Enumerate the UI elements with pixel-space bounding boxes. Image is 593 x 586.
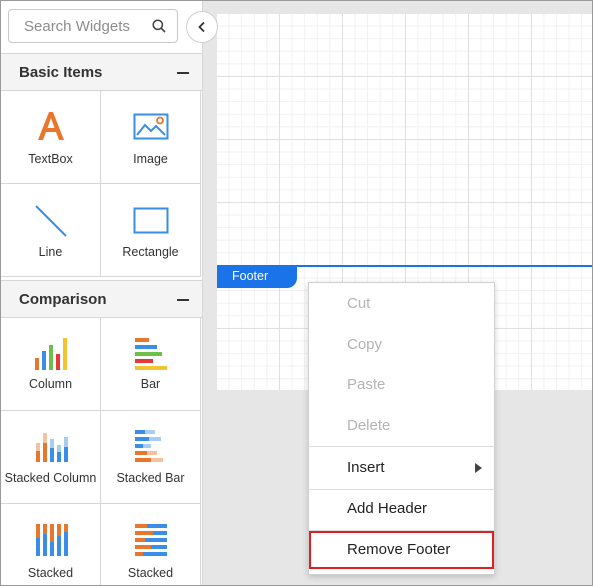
widget-column[interactable]: Column <box>1 318 101 411</box>
chevron-left-icon <box>198 21 205 33</box>
widget-stacked-column-100[interactable]: Stacked <box>1 504 101 585</box>
section-title: Basic Items <box>19 64 103 81</box>
widget-label: Column <box>28 377 73 391</box>
column-chart-icon <box>34 338 67 370</box>
submenu-arrow-icon <box>475 463 482 473</box>
menu-item-add-header[interactable]: Add Header <box>309 490 494 528</box>
menu-separator <box>309 446 494 447</box>
section-title: Comparison <box>19 291 107 308</box>
widget-label: Stacked <box>27 566 74 580</box>
widget-label: Stacked <box>127 566 174 580</box>
widget-label: Image <box>133 152 168 166</box>
menu-item-label: Insert <box>347 459 385 476</box>
search-input[interactable] <box>9 10 164 42</box>
search-box[interactable] <box>8 9 178 43</box>
collapse-icon[interactable] <box>177 72 189 74</box>
menu-item-remove-footer[interactable]: Remove Footer <box>309 531 494 569</box>
widget-label: TextBox <box>28 152 73 166</box>
widget-stacked-column[interactable]: Stacked Column <box>1 411 101 504</box>
section-header-comparison[interactable]: Comparison <box>1 280 202 318</box>
image-icon <box>133 113 168 140</box>
context-menu: Cut Copy Paste Delete Insert Add Header … <box>308 282 495 575</box>
rectangle-icon <box>133 207 168 234</box>
widget-rectangle[interactable]: Rectangle <box>101 184 201 277</box>
widget-textbox[interactable]: TextBox <box>1 91 101 184</box>
stacked-bar-100-icon <box>134 524 167 556</box>
search-icon[interactable] <box>152 19 166 33</box>
collapse-panel-button[interactable] <box>186 11 218 43</box>
menu-item-paste[interactable]: Paste <box>309 366 494 404</box>
widget-image[interactable]: Image <box>101 91 201 184</box>
report-designer: Basic Items TextBox Image Line <box>0 0 593 586</box>
line-icon <box>34 205 67 237</box>
widget-stacked-bar-100[interactable]: Stacked <box>101 504 201 585</box>
widget-panel: Basic Items TextBox Image Line <box>1 1 203 585</box>
stacked-bar-icon <box>134 430 163 462</box>
collapse-icon[interactable] <box>177 299 189 301</box>
menu-item-copy[interactable]: Copy <box>309 326 494 364</box>
widget-label: Bar <box>140 377 161 391</box>
menu-item-delete[interactable]: Delete <box>309 407 494 445</box>
widget-label: Line <box>38 245 63 259</box>
stacked-column-icon <box>35 433 68 462</box>
widget-line[interactable]: Line <box>1 184 101 277</box>
menu-item-cut[interactable]: Cut <box>309 285 494 323</box>
footer-section-tab[interactable]: Footer <box>217 266 297 288</box>
widget-label: Stacked Column <box>4 471 97 485</box>
stacked-column-100-icon <box>35 524 68 556</box>
menu-item-insert[interactable]: Insert <box>309 449 494 487</box>
widget-bar[interactable]: Bar <box>101 318 201 411</box>
bar-chart-icon <box>134 338 167 370</box>
textbox-icon <box>37 112 64 140</box>
widget-label: Stacked Bar <box>116 471 185 485</box>
widget-stacked-bar[interactable]: Stacked Bar <box>101 411 201 504</box>
section-header-basic-items[interactable]: Basic Items <box>1 53 202 91</box>
widget-label: Rectangle <box>122 245 179 259</box>
